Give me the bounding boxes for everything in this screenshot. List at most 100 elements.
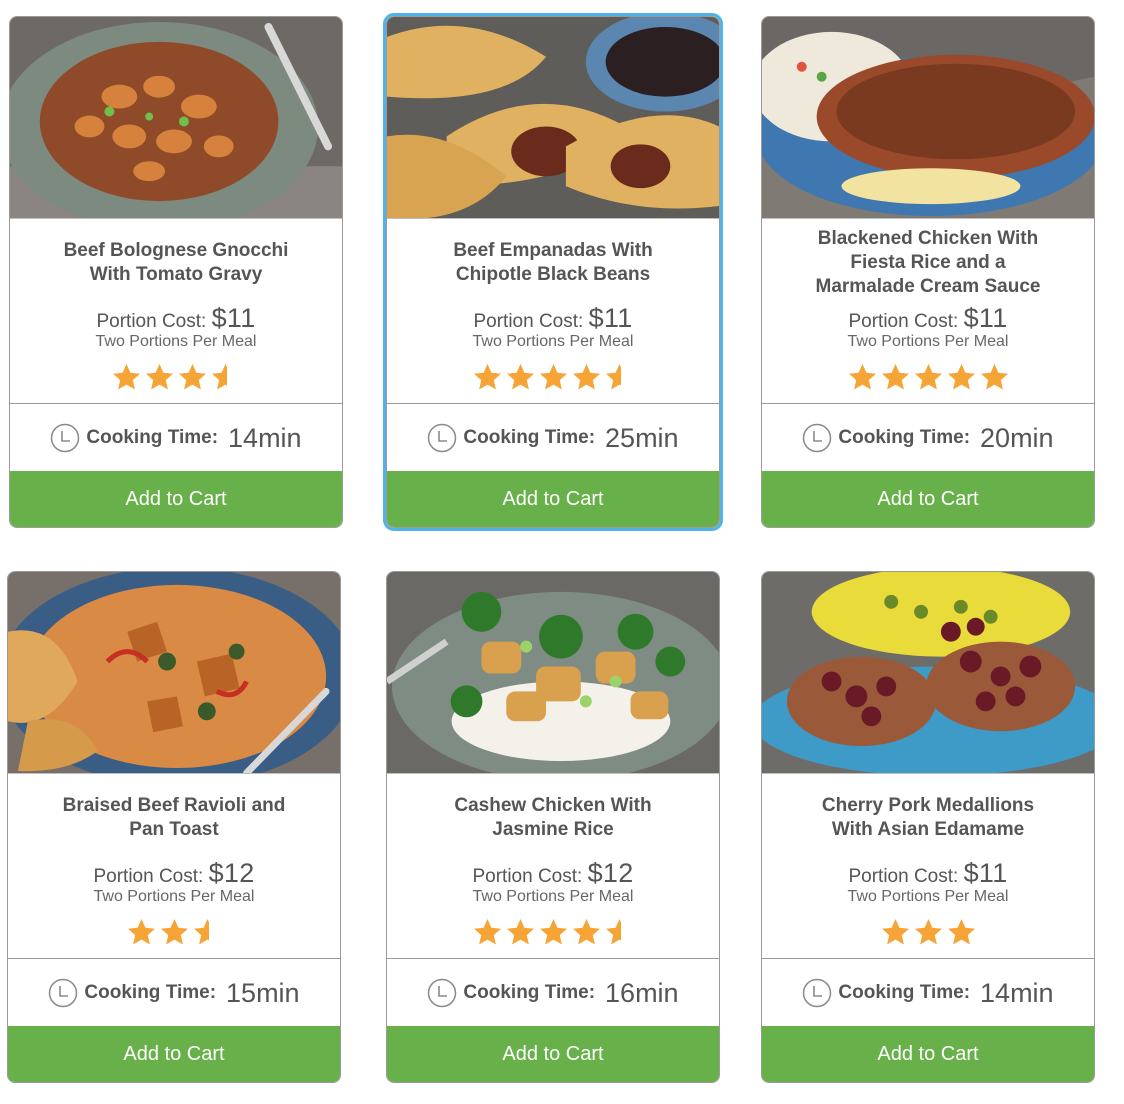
portion-cost: Portion Cost: $12 [387, 858, 719, 889]
meal-card[interactable]: Beef Empanadas With Chipotle Black Beans … [383, 13, 723, 531]
cooking-time: Cooking Time: 25min [387, 404, 719, 472]
star-icon [113, 364, 140, 390]
star-icon [881, 919, 909, 945]
star-icon [539, 919, 567, 945]
cooking-time-label: Cooking Time: [463, 427, 596, 448]
star-rating [387, 363, 719, 391]
portion-price: $11 [211, 303, 256, 333]
clock-icon [428, 423, 457, 453]
portions-text: Two Portions Per Meal [472, 333, 634, 350]
meal-title-line: Pan Toast [129, 819, 219, 840]
cherry-pork-photo[interactable] [762, 572, 1094, 774]
meal-title-line: Chipotle Black Beans [455, 264, 651, 285]
portion-price: $12 [587, 858, 634, 888]
star-icon [473, 364, 501, 390]
cashew-chicken-photo[interactable] [387, 572, 719, 774]
portion-price: $11 [963, 858, 1008, 888]
meal-title-line: Fiesta Rice and a [850, 252, 1006, 273]
meal-title[interactable]: Cherry Pork Medallions With Asian Edamame [772, 776, 1084, 860]
portion-cost: Portion Cost: $11 [10, 303, 342, 334]
cooking-time: Cooking Time: 14min [762, 959, 1094, 1027]
meal-title[interactable]: Cashew Chicken With Jasmine Rice [397, 776, 709, 860]
cooking-time-label: Cooking Time: [463, 982, 596, 1003]
add-to-cart-button[interactable]: Add to Cart [387, 471, 719, 527]
star-icon [572, 364, 600, 390]
clock-icon [803, 978, 832, 1008]
cooking-time: Cooking Time: 14min [10, 404, 342, 472]
ravioli-photo[interactable] [8, 572, 340, 774]
portion-cost: Portion Cost: $11 [762, 303, 1094, 334]
portion-cost-label: Portion Cost: [93, 866, 204, 887]
portion-cost: Portion Cost: $11 [762, 858, 1094, 889]
add-to-cart-button[interactable]: Add to Cart [387, 1026, 719, 1082]
star-icon [914, 364, 942, 390]
portion-cost-label: Portion Cost: [848, 311, 959, 332]
portion-price: $12 [208, 858, 255, 888]
star-icon [947, 364, 975, 390]
half-star-icon [605, 364, 621, 390]
star-icon [848, 364, 876, 390]
blackened-chicken-photo[interactable] [762, 17, 1094, 219]
cooking-time-value: 15min [226, 977, 300, 1008]
star-icon [539, 364, 567, 390]
star-rating [10, 363, 342, 391]
meal-title-line: With Tomato Gravy [89, 264, 263, 285]
star-icon [914, 919, 942, 945]
add-to-cart-button[interactable]: Add to Cart [8, 1026, 340, 1082]
portion-price: $11 [588, 303, 633, 333]
meal-card[interactable]: Blackened Chicken With Fiesta Rice and a M… [761, 16, 1095, 528]
portion-cost-label: Portion Cost: [848, 866, 959, 887]
meal-title-line: Cashew Chicken With [454, 795, 652, 816]
meal-title-line: Cherry Pork Medallions [821, 795, 1035, 816]
meal-card[interactable]: Beef Bolognese Gnocchi With Tomato Gravy … [9, 16, 343, 528]
cooking-time-value: 16min [605, 977, 679, 1008]
clock-icon [428, 978, 457, 1008]
cooking-time-label: Cooking Time: [84, 982, 217, 1003]
meal-card[interactable]: Cherry Pork Medallions With Asian Edamame… [761, 571, 1095, 1083]
cooking-time-label: Cooking Time: [838, 982, 971, 1003]
meal-title-line: Braised Beef Ravioli and [62, 795, 286, 816]
meal-title[interactable]: Braised Beef Ravioli and Pan Toast [18, 776, 330, 860]
portion-price: $11 [963, 303, 1008, 333]
half-star-icon [212, 364, 227, 390]
star-icon [980, 364, 1008, 390]
star-icon [506, 919, 534, 945]
meal-title-line: Marmalade Cream Sauce [815, 276, 1041, 297]
half-star-icon [193, 919, 209, 945]
clock-icon [49, 978, 78, 1008]
portion-cost-label: Portion Cost: [473, 311, 584, 332]
meal-card[interactable]: Braised Beef Ravioli and Pan Toast Portio… [7, 571, 341, 1083]
meal-title[interactable]: Beef Empanadas With Chipotle Black Beans [397, 221, 709, 305]
meal-title-line: Jasmine Rice [492, 819, 614, 840]
cooking-time: Cooking Time: 15min [8, 959, 340, 1027]
star-icon [947, 919, 975, 945]
star-icon [506, 364, 534, 390]
meal-card[interactable]: Cashew Chicken With Jasmine Rice Portion … [386, 571, 720, 1083]
portion-cost: Portion Cost: $12 [8, 858, 340, 889]
add-to-cart-button[interactable]: Add to Cart [762, 471, 1094, 527]
meal-title-line: Beef Empanadas With [453, 240, 653, 261]
meal-title-line: With Asian Edamame [831, 819, 1025, 840]
star-icon [160, 919, 188, 945]
cooking-time: Cooking Time: 20min [762, 404, 1094, 472]
star-icon [881, 364, 909, 390]
gnocchi-photo[interactable] [10, 17, 342, 219]
star-rating [762, 918, 1094, 946]
portion-cost-label: Portion Cost: [472, 866, 583, 887]
portions-text: Two Portions Per Meal [847, 333, 1009, 350]
meal-title[interactable]: Blackened Chicken With Fiesta Rice and a M… [772, 221, 1084, 305]
meal-title[interactable]: Beef Bolognese Gnocchi With Tomato Gravy [20, 221, 332, 305]
cooking-time: Cooking Time: 16min [387, 959, 719, 1027]
star-rating [762, 363, 1094, 391]
cooking-time-value: 14min [228, 422, 302, 453]
empanadas-photo[interactable] [387, 17, 719, 219]
cooking-time-value: 14min [980, 977, 1054, 1008]
cooking-time-label: Cooking Time: [86, 427, 219, 448]
add-to-cart-button[interactable]: Add to Cart [10, 471, 342, 527]
portion-cost: Portion Cost: $11 [387, 303, 719, 334]
star-rating [8, 918, 340, 946]
clock-icon [803, 423, 832, 453]
add-to-cart-button[interactable]: Add to Cart [762, 1026, 1094, 1082]
cooking-time-label: Cooking Time: [838, 427, 971, 448]
star-icon [146, 364, 173, 390]
